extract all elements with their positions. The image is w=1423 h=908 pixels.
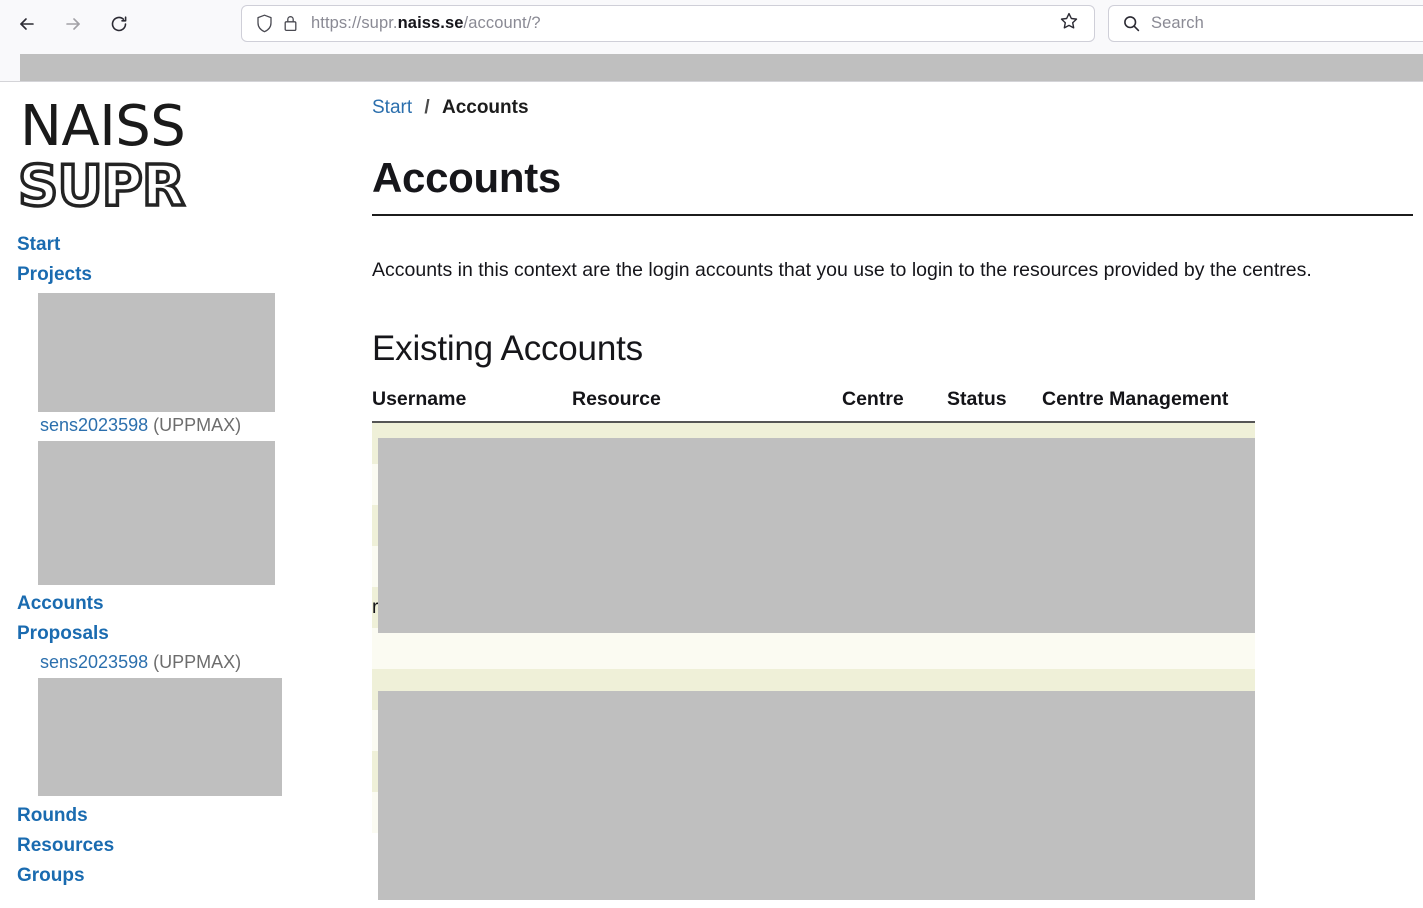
sidebar-project-link[interactable]: sens2023598 (40, 415, 148, 435)
url-prefix: https://supr. (311, 14, 398, 32)
lock-icon[interactable] (283, 14, 298, 33)
sidebar-item-projects[interactable]: Projects (17, 260, 360, 290)
table-header: Username Resource Centre Status Centre M… (372, 388, 1255, 423)
redacted-region (38, 293, 275, 412)
page-content: NAISS SUPR Start Projects sens2023598 (U… (0, 82, 1423, 908)
column-header-status[interactable]: Status (947, 388, 1042, 423)
breadcrumb: Start / Accounts (372, 82, 1423, 120)
search-icon (1122, 14, 1141, 33)
sidebar-proposal-link[interactable]: sens2023598 (40, 652, 148, 672)
sidebar-item-accounts[interactable]: Accounts (17, 589, 360, 619)
bookmark-button[interactable] (1054, 9, 1084, 39)
sidebar-item-resources[interactable]: Resources (17, 831, 360, 861)
redacted-region (378, 691, 1255, 900)
sidebar-proposal-item[interactable]: sens2023598 (UPPMAX) (40, 649, 360, 676)
sidebar-item-groups[interactable]: Groups (17, 861, 360, 891)
redacted-region (378, 438, 1255, 633)
breadcrumb-current: Accounts (441, 97, 529, 118)
table-header-row: Username Resource Centre Status Centre M… (372, 388, 1255, 423)
page-title: Accounts (372, 154, 561, 201)
main-content: Start / Accounts Accounts Accounts in th… (360, 82, 1423, 908)
shield-icon[interactable] (256, 14, 273, 33)
back-button[interactable] (10, 7, 44, 41)
sidebar-proposal-centre: (UPPMAX) (153, 652, 242, 672)
url-text: https://supr.naiss.se/account/? (311, 14, 1054, 33)
browser-toolbar: https://supr.naiss.se/account/? Search (0, 0, 1423, 47)
search-input[interactable]: Search (1151, 14, 1204, 33)
sidebar-item-rounds[interactable]: Rounds (17, 801, 360, 831)
column-header-centre-management[interactable]: Centre Management (1042, 388, 1255, 423)
column-header-username[interactable]: Username (372, 388, 572, 423)
breadcrumb-separator: / (424, 97, 430, 118)
reload-button[interactable] (102, 7, 136, 41)
arrow-right-icon (63, 14, 83, 34)
sidebar-item-proposals[interactable]: Proposals (17, 619, 360, 649)
star-icon (1059, 11, 1079, 36)
column-header-centre[interactable]: Centre (842, 388, 947, 423)
supr-logo: SUPR (16, 154, 186, 220)
url-host: naiss.se (397, 14, 464, 32)
sidebar-nav: Start Projects sens2023598 (UPPMAX) Acco… (0, 230, 360, 891)
sidebar-item-start[interactable]: Start (17, 230, 360, 260)
search-bar[interactable]: Search (1108, 5, 1423, 42)
navigation-buttons (0, 7, 136, 41)
url-suffix: /account/? (463, 14, 541, 32)
redacted-region (38, 441, 275, 585)
breadcrumb-start[interactable]: Start (372, 97, 412, 118)
sidebar-project-centre: (UPPMAX) (153, 415, 242, 435)
arrow-left-icon (17, 14, 37, 34)
section-title: Existing Accounts (372, 329, 643, 368)
table-row (372, 628, 1255, 669)
column-header-resource[interactable]: Resource (572, 388, 842, 423)
forward-button[interactable] (56, 7, 90, 41)
title-divider (372, 214, 1413, 216)
redacted-region (20, 54, 1423, 81)
reload-icon (109, 14, 129, 34)
address-bar[interactable]: https://supr.naiss.se/account/? (241, 5, 1095, 42)
redacted-region (38, 678, 282, 796)
sidebar: NAISS SUPR Start Projects sens2023598 (U… (0, 82, 360, 908)
naiss-logo: NAISS (20, 94, 186, 159)
sidebar-project-item[interactable]: sens2023598 (UPPMAX) (40, 412, 360, 439)
intro-paragraph: Accounts in this context are the login a… (372, 259, 1312, 281)
bookmarks-toolbar (0, 47, 1423, 82)
